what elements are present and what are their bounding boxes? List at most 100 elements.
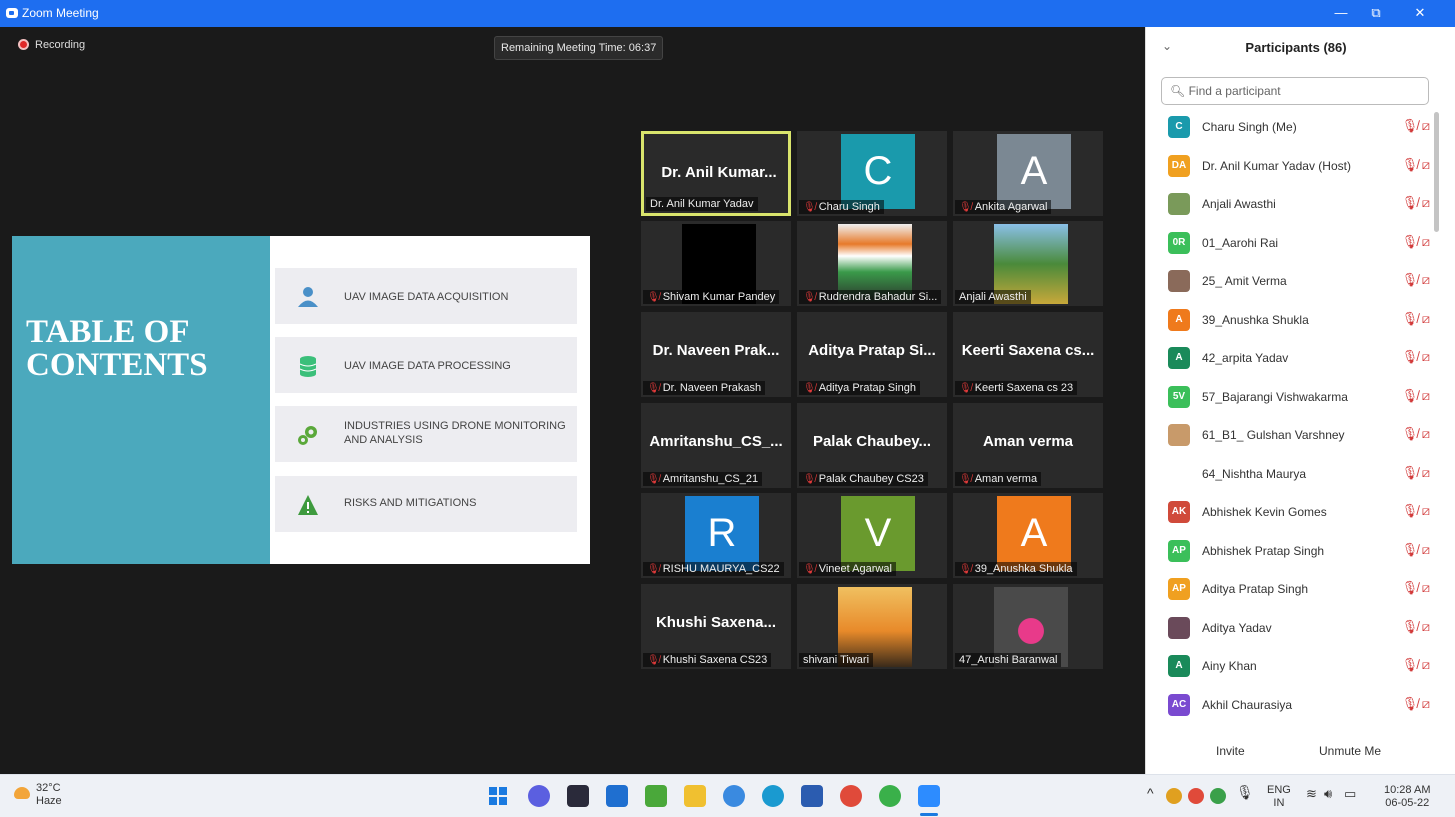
active-app-indicator [920, 813, 938, 816]
video-tile[interactable]: 47_Arushi Baranwal [953, 584, 1103, 669]
participant-row[interactable]: 0R 01_Aarohi Rai 🎙︎̸ ⧄ [1168, 230, 1438, 260]
participant-row[interactable]: 61_B1_ Gulshan Varshney 🎙︎̸ ⧄ [1168, 422, 1438, 452]
tile-name-label: 🎙︎̸ Dr. Naveen Prakash [643, 381, 766, 395]
muted-mic-icon: 🎙︎̸ [1401, 118, 1422, 133]
participant-row[interactable]: Anjali Awasthi 🎙︎̸ ⧄ [1168, 191, 1438, 221]
video-tile[interactable]: Dr. Naveen Prak... 🎙︎̸ Dr. Naveen Prakash [641, 312, 791, 397]
muted-mic-icon: 🎙︎̸ [1401, 387, 1422, 403]
language-indicator[interactable]: ENG IN [1267, 784, 1291, 810]
muted-mic-icon: 🎙︎̸ [1401, 580, 1422, 595]
video-tile[interactable]: Amritanshu_CS_... 🎙︎̸ Amritanshu_CS_21 [641, 403, 791, 488]
participant-name: Dr. Anil Kumar Yadav [650, 198, 754, 210]
video-off-icon: ⧄ [1421, 387, 1430, 403]
weather-widget[interactable]: 32°C Haze [36, 782, 62, 808]
participant-row[interactable]: 5V 57_Bajarangi Vishwakarma 🎙︎̸ ⧄ [1168, 384, 1438, 414]
tile-name-label: 🎙︎̸ Amritanshu_CS_21 [643, 472, 763, 486]
participant-name: Abhishek Pratap Singh [1202, 543, 1325, 558]
battery-icon[interactable]: ▭ [1344, 787, 1356, 800]
participant-row[interactable]: AC Akhil Chaurasiya 🎙︎̸ ⧄ [1168, 692, 1438, 722]
video-off-icon: ⧄ [1421, 156, 1430, 172]
participant-name: Aditya Pratap Singh [818, 382, 916, 394]
minimize-button[interactable]: — [1326, 4, 1356, 22]
windows-start-icon[interactable] [489, 787, 507, 805]
participant-row[interactable]: A Ainy Khan 🎙︎̸ ⧄ [1168, 653, 1438, 683]
participant-status-icons: 🎙︎̸ ⧄ [1402, 388, 1430, 404]
zoom-taskbar-icon[interactable] [918, 785, 940, 807]
muted-mic-icon: 🎙︎̸ [1401, 541, 1422, 557]
video-tile[interactable]: V 🎙︎̸ Vineet Agarwal [797, 493, 947, 578]
close-button[interactable]: ✕ [1405, 4, 1435, 22]
tray-chevron-icon[interactable]: ^ [1147, 786, 1154, 800]
notepad-icon[interactable] [645, 785, 667, 807]
video-tile[interactable]: Keerti Saxena cs... 🎙︎̸ Keerti Saxena cs 2… [953, 312, 1103, 397]
title-bar: Zoom Meeting — ⧉ ✕ [0, 0, 1455, 27]
photos-icon[interactable] [723, 785, 745, 807]
wifi-icon[interactable]: ≋ [1306, 787, 1317, 800]
edge-icon[interactable] [762, 785, 784, 807]
participant-row[interactable]: C Charu Singh (Me) 🎙︎̸ ⧄ [1168, 114, 1438, 144]
muted-mic-icon: 🎙︎̸ [803, 564, 816, 575]
weather-icon [14, 787, 30, 799]
video-tile[interactable]: Aditya Pratap Si... 🎙︎̸ Aditya Pratap Sing… [797, 312, 947, 397]
tray-app-icon[interactable] [1210, 788, 1226, 804]
participant-name: Dr. Naveen Prakash [662, 382, 762, 394]
participant-avatar: A [1168, 655, 1190, 677]
invite-button[interactable]: Invite [1206, 739, 1255, 763]
tile-display-name: Amritanshu_CS_... [649, 433, 783, 450]
video-tile[interactable]: R 🎙︎̸ RISHU MAURYA_CS22 [641, 493, 791, 578]
unmute-me-button[interactable]: Unmute Me [1309, 739, 1391, 763]
participant-row[interactable]: 64_Nishtha Maurya 🎙︎̸ ⧄ [1168, 461, 1438, 491]
video-tile[interactable]: Aman verma 🎙︎̸ Aman verma [953, 403, 1103, 488]
participant-name: Dr. Anil Kumar Yadav (Host) [1202, 158, 1351, 173]
tray-app-icon[interactable] [1166, 788, 1182, 804]
muted-mic-icon: 🎙︎̸ [647, 383, 660, 394]
participant-name: Ankita Agarwal [974, 201, 1048, 213]
recording-indicator[interactable]: Recording [18, 39, 85, 51]
video-off-icon: ⧄ [1421, 310, 1430, 326]
store-icon[interactable] [606, 785, 628, 807]
word-icon[interactable] [801, 785, 823, 807]
participant-name: Amritanshu_CS_21 [662, 473, 759, 485]
video-tile[interactable]: C 🎙︎̸ Charu Singh [797, 131, 947, 216]
meeting-view: Recording Remaining Meeting Time: 06:37 … [0, 27, 1145, 774]
participants-title: Participants (86) [1245, 40, 1347, 55]
participant-row[interactable]: A 39_Anushka Shukla 🎙︎̸ ⧄ [1168, 307, 1438, 337]
chrome-canary-icon[interactable] [879, 785, 901, 807]
restore-button[interactable]: ⧉ [1361, 4, 1391, 22]
search-input[interactable]: 🔍︎ Find a participant [1161, 77, 1429, 105]
video-tile[interactable]: 🎙︎̸ Rudrendra Bahadur Si... [797, 221, 947, 306]
participant-row[interactable]: AP Aditya Pratap Singh 🎙︎̸ ⧄ [1168, 576, 1438, 606]
video-tile[interactable]: shivani Tiwari [797, 584, 947, 669]
video-tile[interactable]: Palak Chaubey... 🎙︎̸ Palak Chaubey CS23 [797, 403, 947, 488]
video-tile[interactable]: Khushi Saxena... 🎙︎̸ Khushi Saxena CS23 [641, 584, 791, 669]
participant-row[interactable]: DA Dr. Anil Kumar Yadav (Host) 🎙︎̸ ⧄ [1168, 153, 1438, 183]
recording-label: Recording [35, 39, 86, 51]
tile-avatar: V [841, 496, 915, 571]
volume-icon[interactable]: 🔊︎ [1324, 787, 1332, 800]
muted-mic-icon: 🎙︎̸ [1401, 195, 1422, 210]
chat-icon[interactable] [528, 785, 550, 807]
zoom-logo-icon [6, 8, 18, 18]
video-tile[interactable]: 🎙︎̸ Shivam Kumar Pandey [641, 221, 791, 306]
video-tile[interactable]: A 🎙︎̸ Ankita Agarwal [953, 131, 1103, 216]
participant-row[interactable]: A 42_arpita Yadav 🎙︎̸ ⧄ [1168, 345, 1438, 375]
participant-name: shivani Tiwari [803, 654, 870, 666]
video-tile[interactable]: A 🎙︎̸ 39_Anushka Shukla [953, 493, 1103, 578]
video-tile[interactable]: Dr. Anil Kumar... Dr. Anil Kumar Yadav [641, 131, 791, 216]
microphone-icon[interactable]: 🎙︎ [1236, 785, 1254, 799]
participant-row[interactable]: AK Abhishek Kevin Gomes 🎙︎̸ ⧄ [1168, 499, 1438, 529]
participant-row[interactable]: Aditya Yadav 🎙︎̸ ⧄ [1168, 615, 1438, 645]
person-icon [298, 287, 318, 307]
tray-app-icon[interactable] [1188, 788, 1204, 804]
tile-name-label: 47_Arushi Baranwal [955, 653, 1062, 667]
video-tile[interactable]: Anjali Awasthi [953, 221, 1103, 306]
participant-row[interactable]: AP Abhishek Pratap Singh 🎙︎̸ ⧄ [1168, 538, 1438, 568]
temperature: 32°C [36, 782, 61, 794]
clock[interactable]: 10:28 AM 06-05-22 [1384, 784, 1430, 810]
file-explorer-icon[interactable] [684, 785, 706, 807]
chrome-icon[interactable] [840, 785, 862, 807]
participants-scrollbar[interactable] [1434, 112, 1439, 232]
participant-row[interactable]: 25_ Amit Verma 🎙︎̸ ⧄ [1168, 268, 1438, 298]
muted-mic-icon: 🎙︎̸ [1401, 503, 1422, 518]
widgets-icon[interactable] [567, 785, 589, 807]
